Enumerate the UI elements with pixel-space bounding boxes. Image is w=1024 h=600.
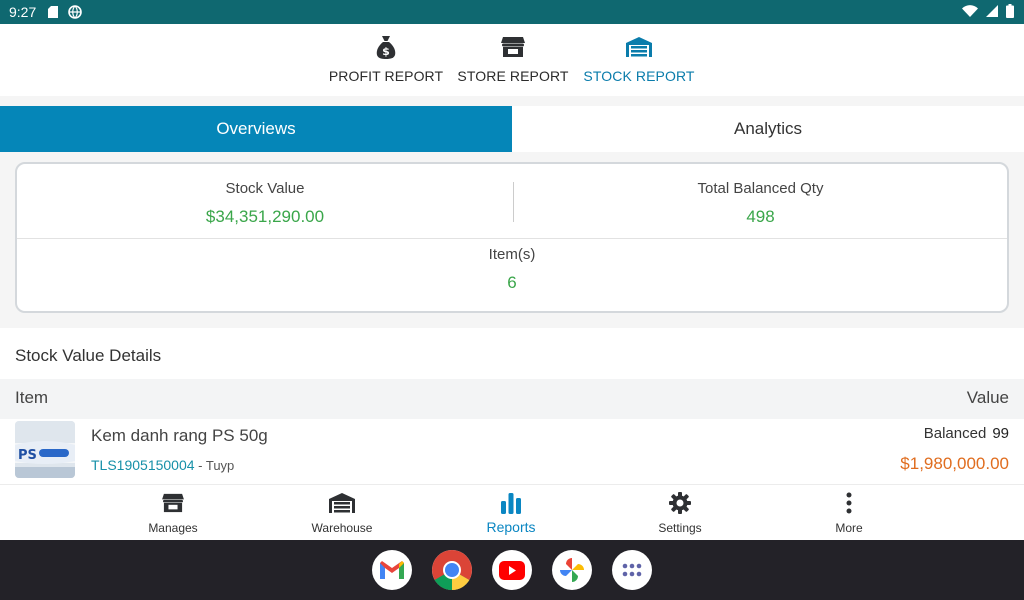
item-unit: - Tuyp <box>194 458 235 473</box>
status-time: 9:27 <box>9 4 37 20</box>
column-header-item: Item <box>15 388 49 407</box>
table-header: Item Value <box>0 379 1024 419</box>
divider <box>17 238 1007 239</box>
nav-manages[interactable]: Manages <box>113 485 233 541</box>
summary-card: Stock Value $34,351,290.00 Total Balance… <box>15 162 1009 313</box>
column-header-value: Value <box>966 388 1009 407</box>
stat-label: Item(s) <box>488 246 536 263</box>
stat-label: Stock Value <box>225 180 305 197</box>
gear-icon <box>669 492 691 514</box>
nav-label: Manages <box>148 521 198 535</box>
photos-icon[interactable] <box>552 550 592 590</box>
warehouse-icon <box>626 34 652 60</box>
money-bag-icon: $ <box>373 34 399 60</box>
item-name: Kem danh rang PS 50g <box>91 426 268 445</box>
stock-value-details: Stock Value Details Item Value PS Kem da… <box>0 328 1024 484</box>
nav-more[interactable]: More <box>789 485 909 541</box>
tab-store-report[interactable]: STORE REPORT <box>455 24 571 96</box>
store-icon <box>162 492 184 514</box>
app-dock <box>0 540 1024 600</box>
items-count-stat: Item(s) 6 <box>17 246 1007 293</box>
item-value: $1,980,000.00 <box>900 454 1009 473</box>
item-sku: TLS1905150004 <box>91 457 195 473</box>
nav-label: More <box>835 521 863 535</box>
svg-text:PS: PS <box>18 448 37 463</box>
item-code: TLS1905150004 - Tuyp <box>91 457 234 473</box>
tab-overviews[interactable]: Overviews <box>0 106 512 152</box>
stat-label: Total Balanced Qty <box>697 180 824 197</box>
nav-reports[interactable]: Reports <box>451 485 571 541</box>
status-bar: 9:27 <box>0 0 1024 24</box>
nav-settings[interactable]: Settings <box>620 485 740 541</box>
nav-label: Settings <box>658 521 702 535</box>
bar-chart-icon <box>500 492 522 514</box>
gmail-icon[interactable] <box>372 550 412 590</box>
report-tabs: $ PROFIT REPORT STORE REPORT STOCK REPOR… <box>0 24 1024 96</box>
svg-text:$: $ <box>382 45 390 58</box>
stat-value: $34,351,290.00 <box>205 207 325 226</box>
warehouse-icon <box>329 492 355 514</box>
tab-label: PROFIT REPORT <box>328 68 444 84</box>
chrome-icon[interactable] <box>432 550 472 590</box>
stock-value-stat: Stock Value $34,351,290.00 <box>17 180 513 227</box>
tab-profit-report[interactable]: $ PROFIT REPORT <box>325 24 447 96</box>
signal-icon <box>986 4 998 20</box>
nav-label: Reports <box>486 519 536 535</box>
tab-stock-report[interactable]: STOCK REPORT <box>580 24 698 96</box>
bottom-navigation: Manages Warehouse Reports Settings More <box>0 484 1024 540</box>
balanced-label: Balanced <box>923 425 987 442</box>
sd-card-icon <box>46 5 60 19</box>
tab-label: STORE REPORT <box>457 68 569 84</box>
more-vertical-icon <box>846 492 852 514</box>
total-balanced-qty-stat: Total Balanced Qty 498 <box>514 180 1007 227</box>
balanced-qty: Balanced 99 <box>924 425 1009 442</box>
stat-value: 498 <box>746 207 775 226</box>
wifi-icon <box>962 4 978 20</box>
vpn-globe-icon <box>68 5 83 19</box>
tab-analytics[interactable]: Analytics <box>512 106 1024 152</box>
balanced-value: 99 <box>992 425 1009 442</box>
store-icon <box>501 34 525 60</box>
tab-label: STOCK REPORT <box>583 68 695 84</box>
youtube-icon[interactable] <box>492 550 532 590</box>
app-drawer-icon[interactable] <box>612 550 652 590</box>
table-row[interactable]: PS Kem danh rang PS 50g TLS1905150004 - … <box>0 419 1024 484</box>
stat-value: 6 <box>507 273 517 292</box>
product-image: PS <box>15 421 75 478</box>
battery-icon <box>1006 3 1014 21</box>
nav-label: Warehouse <box>311 521 373 535</box>
nav-warehouse[interactable]: Warehouse <box>282 485 402 541</box>
section-title: Stock Value Details <box>15 346 162 365</box>
